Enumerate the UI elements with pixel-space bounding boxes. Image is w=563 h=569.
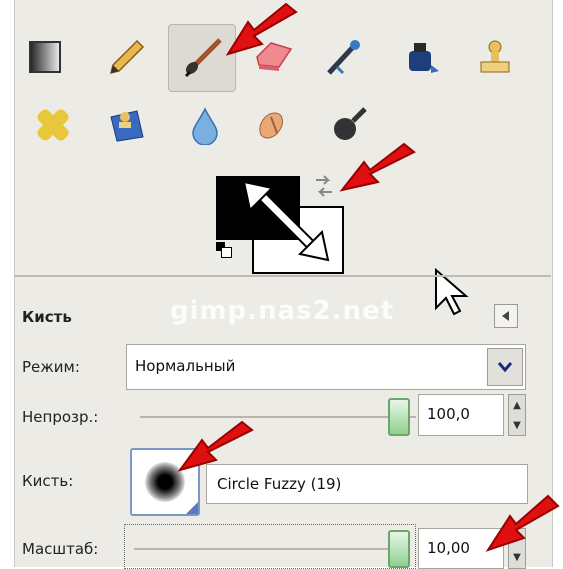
paintbrush-icon <box>184 38 222 78</box>
scale-slider-thumb[interactable] <box>388 530 410 568</box>
mode-select[interactable]: Нормальный <box>126 344 526 390</box>
scale-slider-track[interactable] <box>134 548 390 550</box>
blend-tool-button[interactable] <box>18 30 72 84</box>
blend-icon <box>29 41 61 73</box>
smudge-icon <box>259 112 283 139</box>
spin-down-icon[interactable]: ▼ <box>509 415 525 435</box>
scale-label: Масштаб: <box>22 540 99 558</box>
opacity-value: 100,0 <box>427 405 470 423</box>
mode-dropdown-button[interactable] <box>487 348 523 386</box>
swap-colors-icon <box>316 175 332 197</box>
opacity-slider-thumb[interactable] <box>388 398 410 436</box>
swap-colors-button[interactable] <box>310 172 338 200</box>
heal-tool-button[interactable] <box>26 98 80 152</box>
opacity-input[interactable]: 100,0 <box>418 394 504 436</box>
opacity-label: Непрозр.: <box>22 408 99 426</box>
heal-icon <box>37 109 69 141</box>
blur-icon <box>192 107 218 145</box>
airbrush-tool-button[interactable] <box>316 30 370 84</box>
airbrush-icon <box>327 40 360 75</box>
ink-icon <box>409 43 439 73</box>
pencil-icon <box>109 39 145 75</box>
perspective-clone-tool-button[interactable] <box>100 98 154 152</box>
tool-options-title: Кисть <box>22 308 72 326</box>
opacity-slider-track[interactable] <box>140 416 416 418</box>
section-divider <box>14 275 551 277</box>
corner-triangle-icon <box>186 502 198 514</box>
spin-up-icon[interactable]: ▲ <box>509 395 525 415</box>
clone-tool-button[interactable] <box>468 30 522 84</box>
ink-tool-button[interactable] <box>394 30 448 84</box>
watermark: gimp.nas2.net <box>170 296 395 326</box>
scale-slider-focus <box>124 524 416 569</box>
smudge-tool-button[interactable] <box>244 98 298 152</box>
mode-label: Режим: <box>22 358 80 376</box>
perspective-clone-icon <box>110 110 144 142</box>
brush-name: Circle Fuzzy (19) <box>217 475 342 493</box>
opacity-spinner[interactable]: ▲ ▼ <box>508 394 526 436</box>
chevron-down-icon <box>497 362 513 373</box>
brush-label: Кисть: <box>22 472 74 490</box>
dodge-burn-icon <box>334 107 367 140</box>
red-arrow-scale-value <box>485 494 560 552</box>
mode-select-value: Нормальный <box>135 357 236 375</box>
scale-value: 10,00 <box>427 539 470 557</box>
red-arrow-swap-colors <box>339 142 416 192</box>
pencil-tool-button[interactable] <box>100 30 154 84</box>
red-arrow-brush-tool <box>225 2 298 56</box>
clone-icon <box>480 40 510 73</box>
red-arrow-brush-preview <box>177 420 254 472</box>
default-colors-button[interactable] <box>216 242 232 258</box>
options-menu-button[interactable] <box>494 304 518 328</box>
blur-tool-button[interactable] <box>178 98 232 152</box>
triangle-left-icon <box>502 311 509 321</box>
